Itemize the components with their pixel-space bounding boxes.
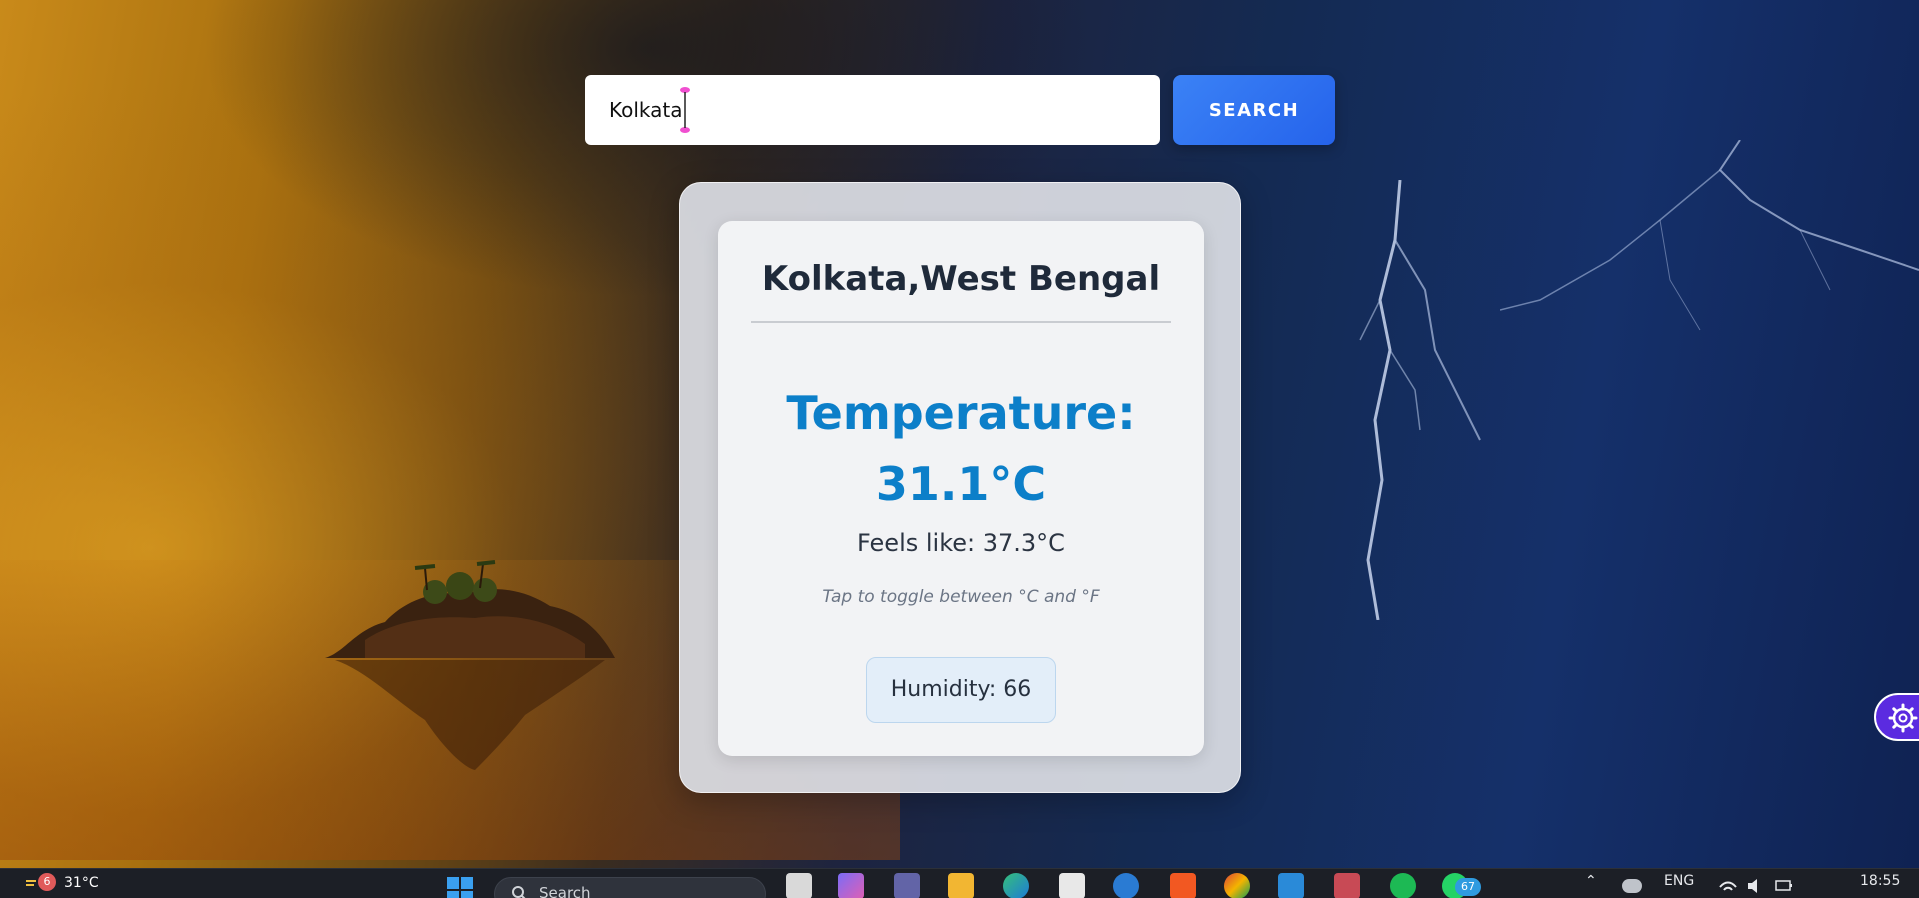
lightning-bolt: [1359, 180, 1481, 620]
volume-icon[interactable]: [1746, 873, 1766, 898]
start-button[interactable]: [446, 873, 474, 898]
tray-language[interactable]: ENG: [1664, 873, 1694, 898]
island-reflection: [335, 660, 605, 770]
weather-card-frame: Kolkata,West Bengal Temperature: 31.1°C …: [679, 182, 1241, 793]
teams-icon[interactable]: [894, 873, 920, 898]
search-icon: [512, 886, 526, 898]
browser-icon[interactable]: [1113, 873, 1139, 898]
windows-taskbar: 6 31°C Search ⌃ ENG 18:55: [0, 868, 1919, 898]
spotify-icon[interactable]: [1390, 873, 1416, 898]
store-icon[interactable]: [1059, 873, 1085, 898]
temperature-value[interactable]: 31.1°C: [718, 457, 1204, 511]
app-icon[interactable]: [1334, 873, 1360, 898]
task-view-icon[interactable]: [786, 873, 812, 898]
chrome-icon[interactable]: [1224, 873, 1250, 898]
taskbar-search-label: Search: [539, 884, 591, 898]
island-image: [325, 560, 615, 658]
weather-notification-badge: 6: [38, 873, 56, 891]
file-explorer-icon[interactable]: [948, 873, 974, 898]
weather-widget-icon: [26, 880, 36, 886]
search-button[interactable]: SEARCH: [1173, 75, 1335, 145]
edge-icon[interactable]: [1003, 873, 1029, 898]
brave-icon[interactable]: [1170, 873, 1196, 898]
vscode-icon[interactable]: [1278, 873, 1304, 898]
unit-toggle-hint: Tap to toggle between °C and °F: [822, 587, 1100, 607]
wifi-icon[interactable]: [1718, 873, 1738, 898]
weather-widget-temp: 31°C: [64, 875, 99, 891]
city-search-input[interactable]: [585, 75, 1160, 145]
battery-icon[interactable]: [1774, 873, 1794, 898]
tray-clock[interactable]: 18:55: [1860, 873, 1900, 898]
location-title: Kolkata,West Bengal: [761, 259, 1161, 299]
onedrive-icon[interactable]: [1622, 879, 1642, 893]
whatsapp-notification-badge: 67: [1455, 878, 1481, 896]
weather-card[interactable]: Kolkata,West Bengal Temperature: 31.1°C …: [718, 221, 1204, 756]
settings-gear-icon: [1888, 703, 1918, 733]
taskbar-search-box[interactable]: Search: [494, 877, 766, 898]
copilot-icon[interactable]: [838, 873, 864, 898]
text-cursor-icon: [680, 87, 690, 133]
temperature-label[interactable]: Temperature:: [718, 386, 1204, 440]
windows-start-icon: [447, 877, 473, 898]
tray-chevron-up-icon[interactable]: ⌃: [1585, 873, 1597, 898]
feels-like-text: Feels like: 37.3°C: [857, 529, 1065, 557]
weather-app-page: SEARCH Kolkata,West Bengal Temperature: …: [0, 0, 1919, 898]
settings-button[interactable]: [1874, 693, 1919, 741]
humidity-badge: Humidity: 66: [866, 657, 1056, 723]
title-divider: [751, 321, 1171, 323]
lightning-branches: [1500, 140, 1919, 331]
taskbar-weather-widget[interactable]: 6 31°C: [24, 873, 114, 898]
